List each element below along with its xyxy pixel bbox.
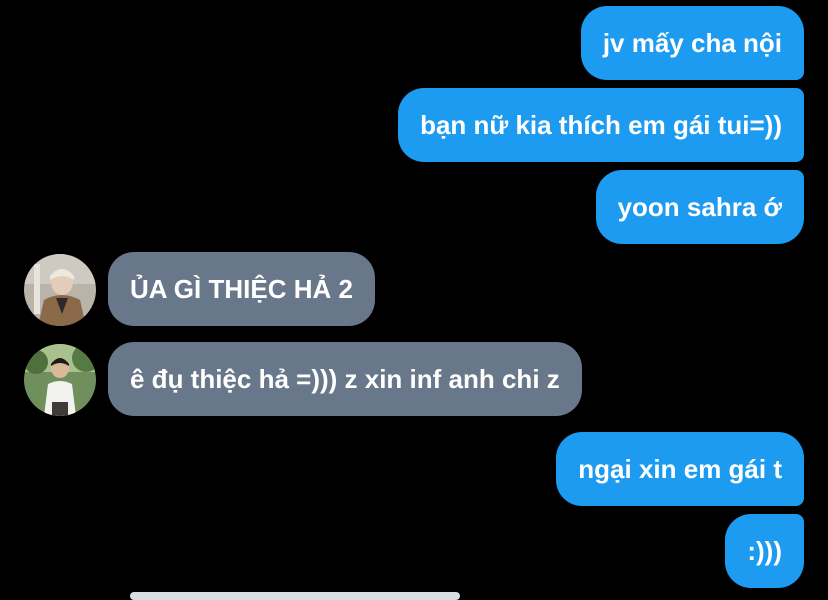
message-bubble-sent[interactable]: jv mấy cha nội xyxy=(580,6,804,80)
message-bubble-sent[interactable]: bạn nữ kia thích em gái tui=)) xyxy=(398,88,804,162)
avatar-photo-icon xyxy=(24,254,96,326)
message-bubble-sent[interactable]: ngại xin em gái t xyxy=(556,432,804,506)
message-bubble-received[interactable]: ê đụ thiệc hả =))) z xin inf anh chi z xyxy=(108,342,582,416)
next-message-edge xyxy=(130,592,460,600)
contact-avatar[interactable] xyxy=(24,344,96,416)
message-bubble-sent[interactable]: :))) xyxy=(725,514,804,588)
contact-avatar[interactable] xyxy=(24,254,96,326)
message-bubble-received[interactable]: ỦA GÌ THIỆC HẢ 2 xyxy=(108,252,375,326)
message-bubble-sent[interactable]: yoon sahra ớ xyxy=(595,170,804,244)
avatar-photo-icon xyxy=(24,344,96,416)
